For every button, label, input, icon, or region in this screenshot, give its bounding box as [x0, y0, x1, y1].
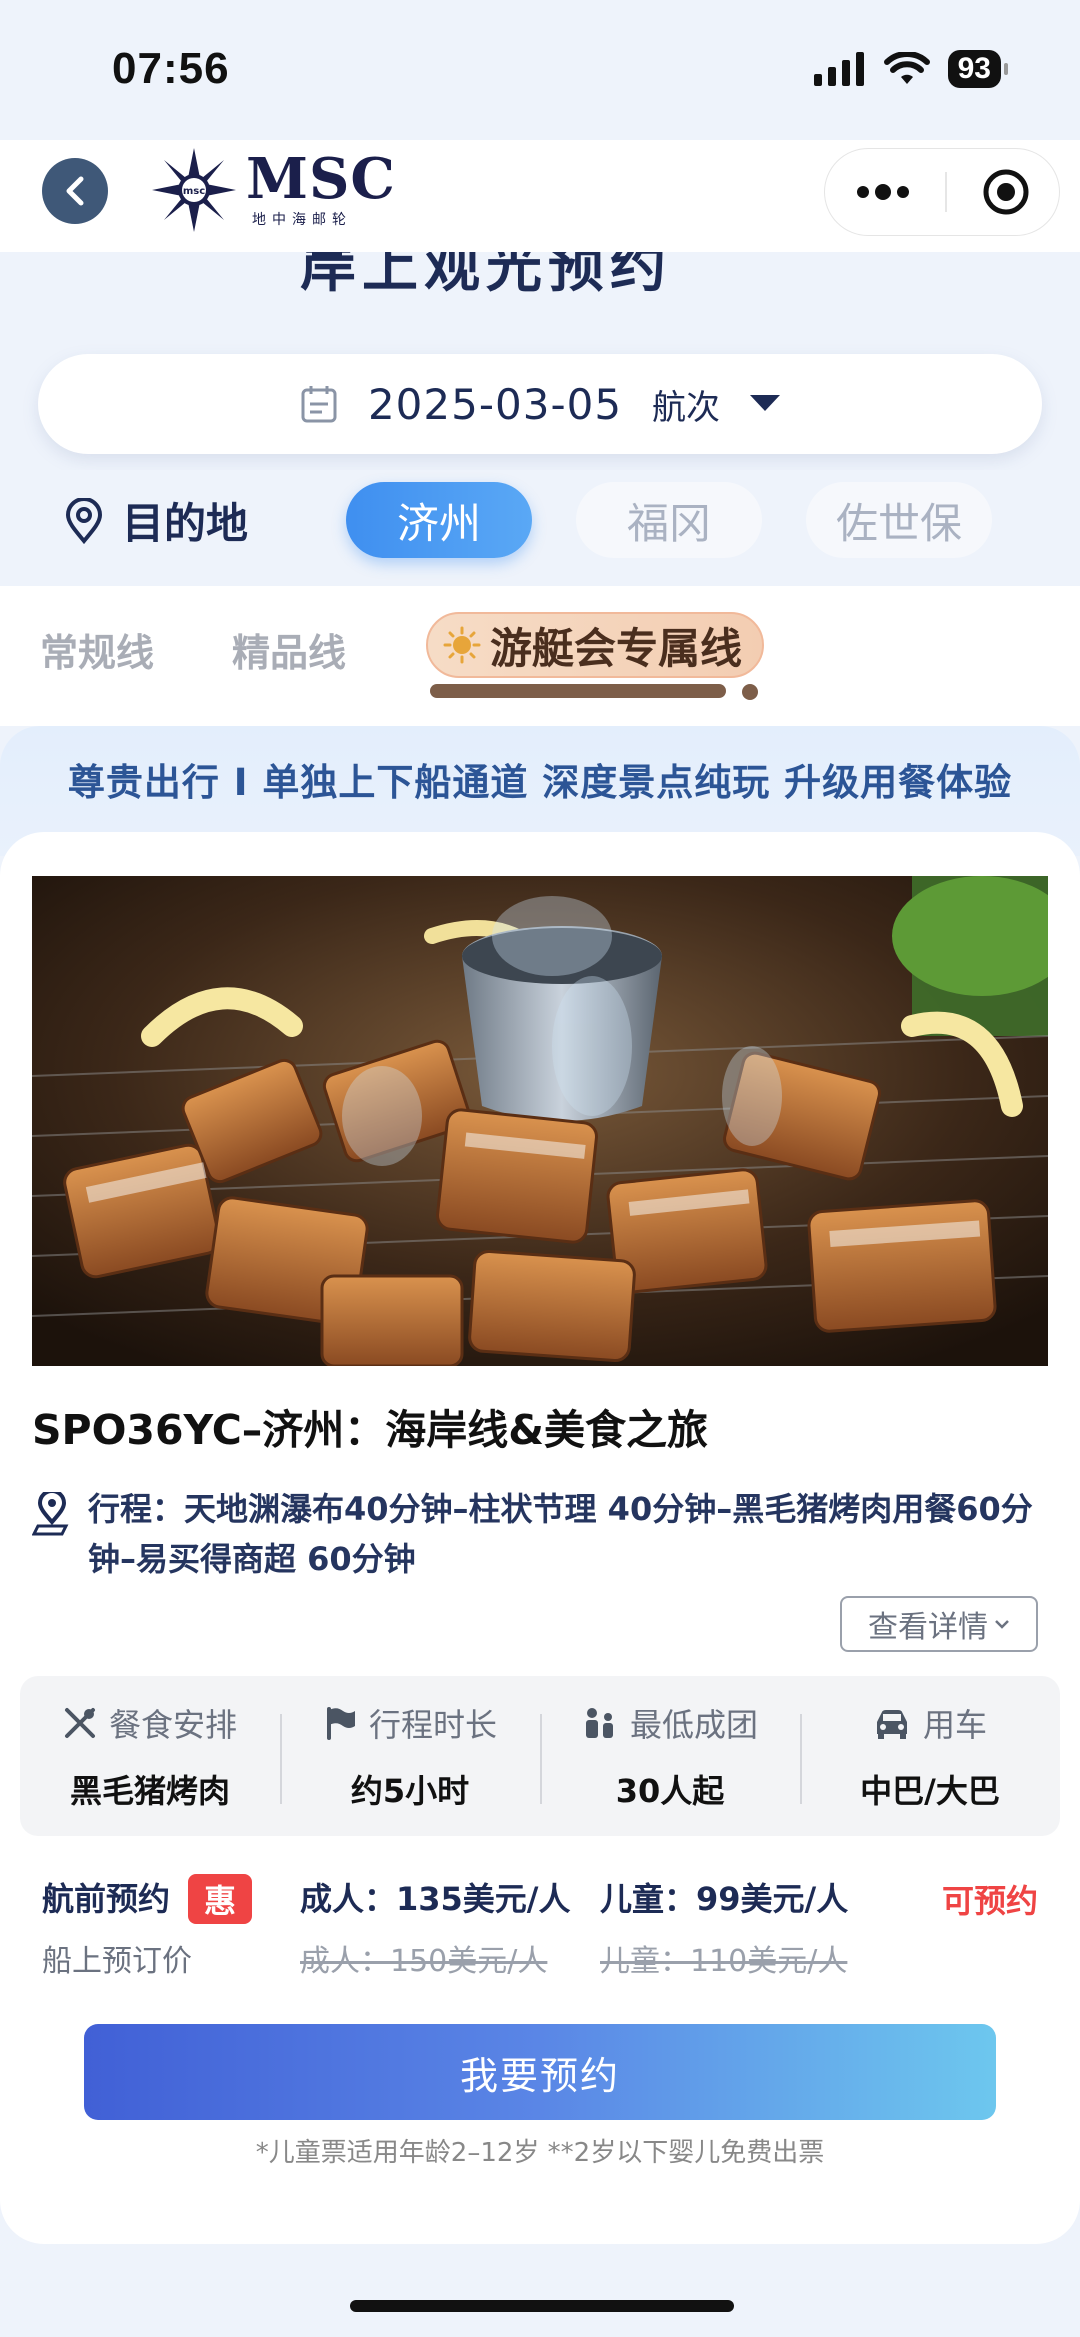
close-target-icon[interactable]: [981, 167, 1031, 217]
info-vehicle-label: 用车: [922, 1706, 987, 1744]
tab-yacht-club-label: 游艇会专属线: [490, 623, 743, 673]
route-text: 行程：天地渊瀑布40分钟–柱状节理 40分钟–黑毛猪烤肉用餐60分钟–易买得商超…: [88, 1490, 1033, 1578]
child-price: 儿童：99美元/人: [600, 1880, 849, 1918]
info-vehicle: 用车 中巴/大巴: [800, 1676, 1060, 1836]
view-details-button[interactable]: 查看详情: [840, 1596, 1038, 1652]
logo-subtitle: 地中海邮轮: [252, 212, 352, 228]
back-button[interactable]: [42, 158, 108, 224]
tab-yacht-club[interactable]: 游艇会专属线: [426, 612, 765, 678]
product-info-grid: 餐食安排 黑毛猪烤肉 行程时长 约5小时 最低成团 30人起 用车 中巴/大巴: [20, 1676, 1060, 1836]
battery-icon: 93: [947, 50, 1008, 88]
car-icon: [876, 1710, 907, 1739]
port-fukuoka[interactable]: 福冈: [576, 482, 762, 558]
status-icons: 93: [812, 50, 1008, 88]
bookable-status: 可预约: [941, 1882, 1038, 1920]
port-jeju[interactable]: 济州: [346, 482, 532, 558]
map-pin-icon: [32, 1492, 69, 1536]
port-sasebo[interactable]: 佐世保: [806, 482, 992, 558]
info-meal-value: 黑毛猪烤肉: [69, 1772, 230, 1810]
destination-label: 目的地: [64, 490, 248, 551]
compass-rose-icon: msc: [152, 148, 236, 232]
voyage-label: 航次: [652, 387, 721, 428]
destination-label-text: 目的地: [122, 499, 249, 548]
tab-regular[interactable]: 常规线: [40, 622, 154, 677]
adult-price-onboard: 成人：150美元/人: [300, 1944, 548, 1979]
date-selector[interactable]: 2025-03-05 航次: [38, 354, 1042, 454]
book-now-button[interactable]: 我要预约: [84, 2024, 996, 2120]
info-duration-label: 行程时长: [368, 1706, 497, 1744]
tab-premium[interactable]: 精品线: [232, 622, 346, 677]
tab-underline: [430, 684, 726, 698]
onboard-price-label: 船上预订价: [42, 1944, 192, 1979]
view-details-label: 查看详情: [868, 1610, 988, 1645]
info-min-group-label: 最低成团: [629, 1706, 758, 1744]
selected-date: 2025-03-05: [367, 379, 623, 429]
pre-booking-label: 航前预约: [42, 1880, 171, 1918]
info-meal: 餐食安排 黑毛猪烤肉: [20, 1676, 280, 1836]
flag-icon: [326, 1707, 355, 1740]
product-route: 行程：天地渊瀑布40分钟–柱状节理 40分钟–黑毛猪烤肉用餐60分钟–易买得商超…: [32, 1484, 1042, 1584]
product-title: SPO36YC–济州：海岸线&美食之旅: [32, 1406, 709, 1454]
product-photo: [32, 876, 1048, 1366]
title-clip: 岸上观光预约: [0, 252, 1080, 292]
child-ticket-note: *儿童票适用年龄2–12岁 **2岁以下婴儿免费出票: [255, 2138, 825, 2168]
info-min-group-value: 30人起: [615, 1772, 725, 1810]
utensils-icon: [64, 1708, 95, 1738]
battery-level: 93: [947, 50, 1001, 88]
status-time: 07:56: [112, 44, 230, 93]
title-decoration-icon: [312, 252, 342, 258]
dropdown-triangle-icon: [750, 395, 781, 411]
wifi-icon: [883, 52, 930, 84]
chevron-down-icon: [995, 1620, 1009, 1629]
info-duration: 行程时长 约5小时: [280, 1676, 540, 1836]
chevron-left-icon: [66, 176, 84, 206]
discount-badge: 惠: [188, 1874, 252, 1924]
tab-underline-dot: [742, 684, 758, 700]
svg-text:msc: msc: [183, 186, 205, 197]
msc-logo: msc MSC 地中海邮轮: [152, 148, 396, 232]
calendar-icon: [301, 386, 337, 423]
people-icon: [585, 1708, 613, 1738]
grilled-pork-image: [32, 876, 1048, 1366]
logo-text: MSC: [246, 146, 396, 212]
location-pin-icon: [65, 497, 103, 544]
info-vehicle-value: 中巴/大巴: [860, 1772, 1000, 1810]
miniprogram-capsule: [824, 148, 1060, 236]
info-meal-label: 餐食安排: [108, 1706, 237, 1744]
child-price-onboard: 儿童：110美元/人: [600, 1944, 848, 1979]
adult-price: 成人：135美元/人: [300, 1880, 571, 1918]
lotus-icon: [443, 626, 481, 664]
home-indicator: [350, 2300, 734, 2312]
more-icon[interactable]: [855, 182, 911, 202]
info-duration-value: 约5小时: [350, 1772, 470, 1810]
signal-icon: [813, 52, 864, 86]
info-min-group: 最低成团 30人起: [540, 1676, 800, 1836]
